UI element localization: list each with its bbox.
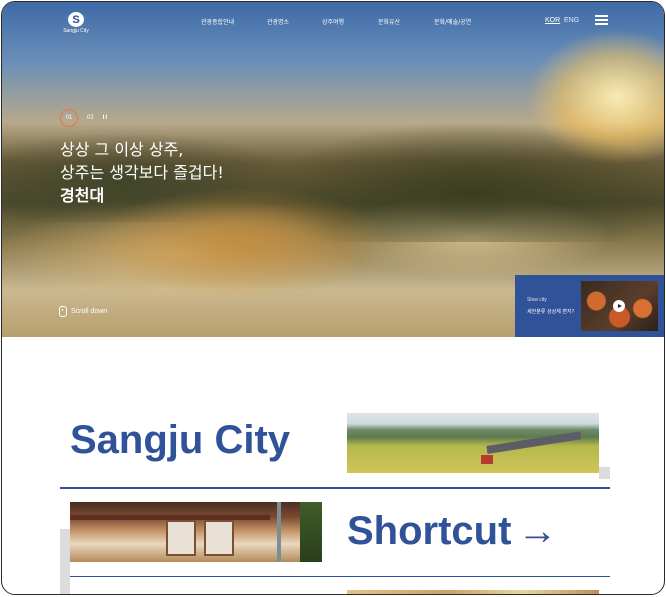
mouse-icon — [59, 306, 67, 317]
nav-item-attractions[interactable]: 관광명소 — [267, 17, 289, 26]
headline-line-1: 상상 그 이상 상주, — [60, 140, 184, 159]
nav-item-culture-arts[interactable]: 문화/예술/공연 — [434, 17, 471, 26]
tree — [300, 502, 322, 562]
browser-frame: S Sangju City 관광종합안내 관광명소 상주여행 문화유산 문화/예… — [1, 1, 665, 595]
slide-pager: 01 02 II — [60, 109, 108, 127]
hero-headline: 상상 그 이상 상주, 상주는 생각보다 즐겁다! 경천대 — [60, 138, 224, 207]
slide-indicator-next[interactable]: 02 — [87, 115, 94, 121]
shortcut-label: Shortcut — [347, 509, 512, 553]
play-icon[interactable] — [613, 300, 625, 312]
nav-item-heritage[interactable]: 문화유산 — [378, 17, 400, 26]
section-title-sangju-city: Sangju City — [70, 418, 291, 462]
scroll-down-label: Scroll down — [71, 308, 108, 315]
train-field-image — [347, 413, 599, 473]
video-card-subcaption: 세한분류 상상체 편지? — [527, 309, 575, 315]
section-divider — [70, 576, 610, 577]
pole — [277, 502, 281, 562]
video-thumbnail-persimmons[interactable] — [581, 281, 658, 331]
headline-line-2: 상주는 생각보다 즐겁다! — [60, 163, 224, 182]
decor-block — [599, 467, 610, 479]
lang-eng-link[interactable]: ENG — [564, 17, 579, 24]
train-cars — [486, 431, 582, 454]
next-section-image — [347, 590, 599, 594]
shortcut-link[interactable]: Shortcut → — [347, 509, 557, 554]
hamburger-menu-icon[interactable] — [595, 15, 608, 25]
nav-item-tour-info[interactable]: 관광종합안내 — [201, 17, 234, 26]
hero-banner: S Sangju City 관광종합안내 관광명소 상주여행 문화유산 문화/예… — [2, 2, 664, 337]
train-locomotive — [481, 455, 493, 464]
headline-place-name: 경천대 — [60, 186, 105, 205]
house-window — [166, 520, 196, 556]
nav-item-travel[interactable]: 상주여행 — [322, 17, 344, 26]
decor-bar — [60, 529, 70, 594]
lang-kor-link[interactable]: KOR — [545, 17, 560, 24]
house-window — [204, 520, 234, 556]
traditional-house-image — [70, 502, 322, 562]
scroll-down-button[interactable]: Scroll down — [59, 306, 107, 317]
section-divider — [60, 487, 610, 489]
arrow-right-icon: → — [517, 509, 558, 553]
video-card[interactable]: Slow city 세한분류 상상체 편지? — [515, 275, 664, 337]
pause-icon[interactable]: II — [103, 115, 108, 121]
video-card-caption: Slow city — [527, 297, 547, 303]
slide-indicator-current[interactable]: 01 — [60, 109, 78, 127]
